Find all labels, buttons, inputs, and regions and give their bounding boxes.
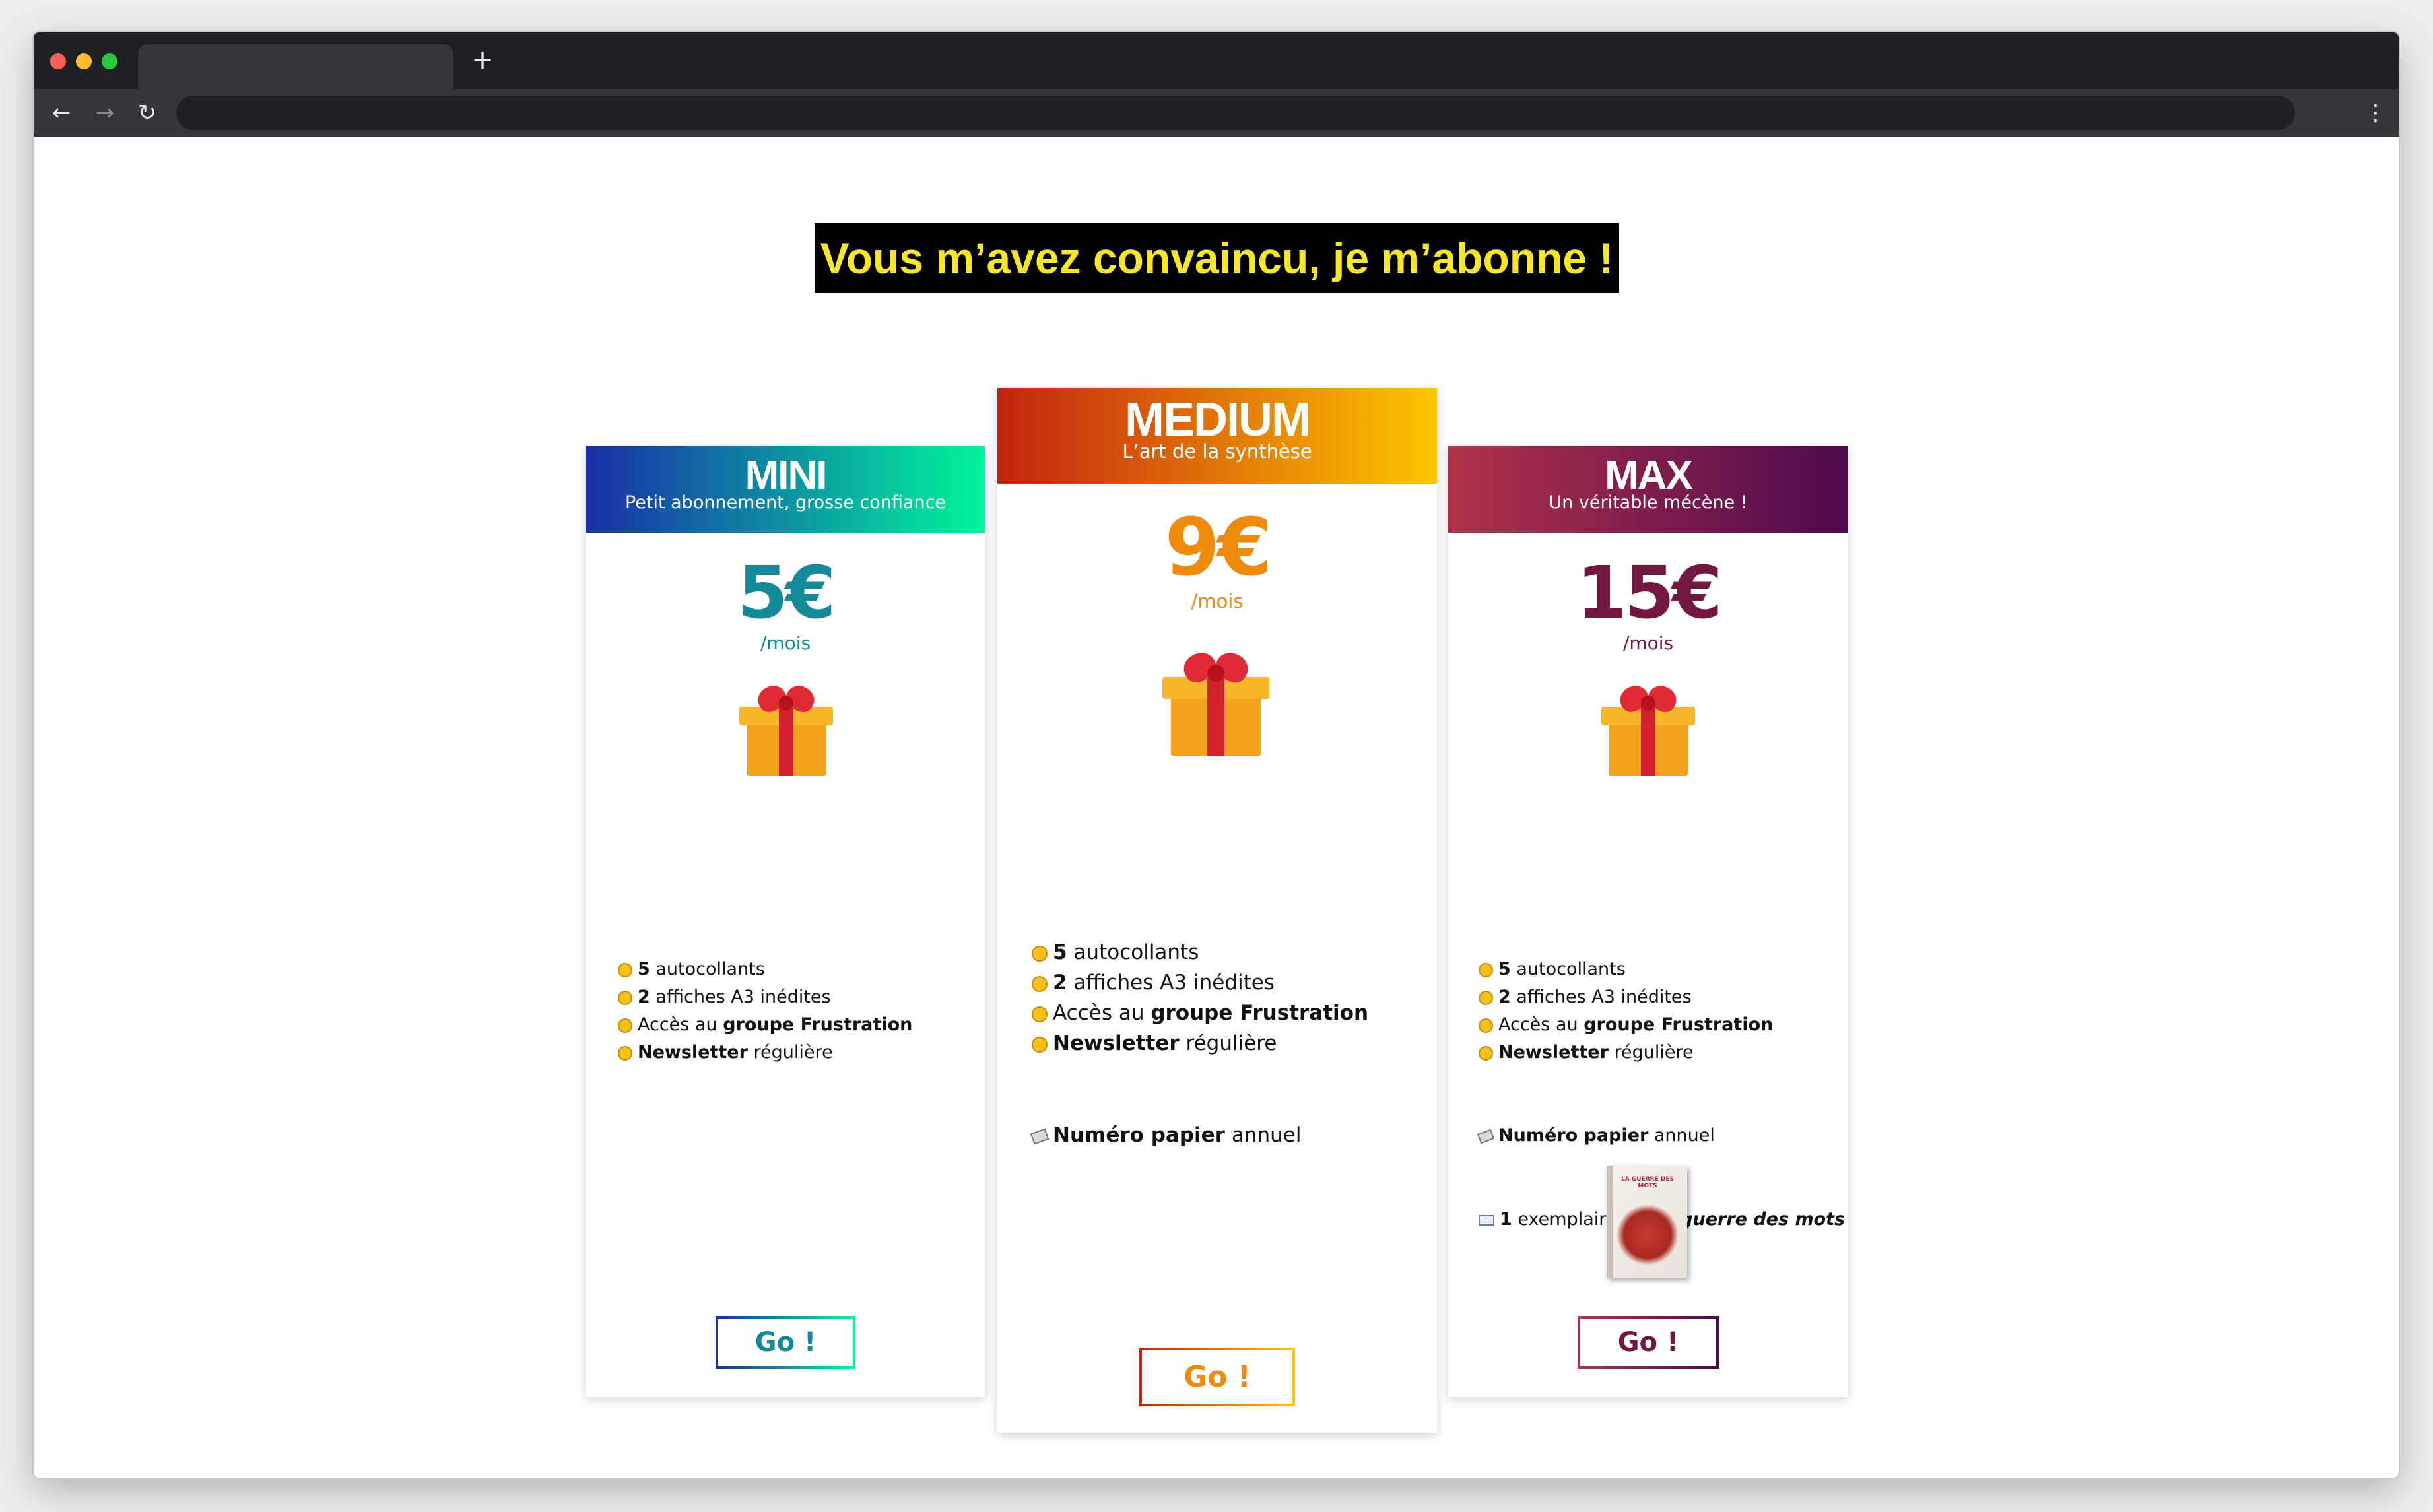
gift-icon bbox=[1162, 648, 1269, 756]
fist-emoji-icon bbox=[1479, 962, 1493, 977]
plan-header: MEDIUM L’art de la synthèse bbox=[997, 388, 1437, 484]
fist-emoji-icon bbox=[1032, 975, 1048, 992]
plan-card-medium: MEDIUM L’art de la synthèse 9€ /mois 5 a… bbox=[997, 388, 1437, 1433]
feature-item: 5 autocollants bbox=[1479, 959, 1626, 979]
subscribe-mini-button[interactable]: Go ! bbox=[716, 1316, 855, 1369]
tab-bar: + bbox=[34, 32, 2399, 89]
plan-period: /mois bbox=[760, 632, 811, 654]
back-icon[interactable]: ← bbox=[47, 98, 76, 127]
feature-item-paper-issue: Numéro papier annuel bbox=[1477, 1125, 1715, 1146]
plan-name: MEDIUM bbox=[1125, 393, 1311, 446]
book-cover-title: LA GUERRE DES MOTS bbox=[1621, 1176, 1674, 1189]
feature-item: Accès au groupe Frustration bbox=[1479, 1014, 1773, 1035]
fist-emoji-icon bbox=[618, 962, 632, 977]
plan-price: 15€ bbox=[1576, 550, 1723, 635]
browser-window: + ← → ↻ ⋮ Vous m’avez convaincu, je m’ab… bbox=[34, 32, 2399, 1478]
feature-item: 5 autocollants bbox=[1032, 940, 1199, 964]
fist-emoji-icon bbox=[1032, 1006, 1048, 1022]
newspaper-icon bbox=[1477, 1129, 1495, 1144]
reload-icon[interactable]: ↻ bbox=[133, 98, 162, 127]
fist-emoji-icon bbox=[1479, 1045, 1493, 1061]
fist-emoji-icon bbox=[618, 990, 632, 1005]
browser-menu-icon[interactable]: ⋮ bbox=[2364, 98, 2387, 127]
fist-emoji-icon bbox=[1479, 990, 1493, 1005]
feature-item: 5 autocollants bbox=[618, 959, 765, 979]
fist-emoji-icon bbox=[1032, 1036, 1048, 1053]
plan-period: /mois bbox=[1191, 590, 1244, 612]
fist-emoji-icon bbox=[1479, 1018, 1493, 1033]
feature-item: Accès au groupe Frustration bbox=[618, 1014, 912, 1035]
book-cover-image: LA GUERRE DES MOTS bbox=[1607, 1166, 1687, 1278]
plan-header: MINI Petit abonnement, grosse confiance bbox=[586, 446, 985, 533]
feature-item: 2 affiches A3 inédites bbox=[1479, 987, 1692, 1007]
new-tab-button[interactable]: + bbox=[469, 47, 496, 73]
gift-icon bbox=[739, 681, 833, 776]
minimize-window-button[interactable] bbox=[76, 53, 92, 69]
plan-tagline: L’art de la synthèse bbox=[1122, 440, 1312, 463]
close-window-button[interactable] bbox=[50, 53, 66, 69]
fist-emoji-icon bbox=[1032, 945, 1048, 962]
feature-item: Accès au groupe Frustration bbox=[1032, 1001, 1368, 1025]
subscribe-medium-button[interactable]: Go ! bbox=[1139, 1348, 1295, 1406]
plan-card-mini: MINI Petit abonnement, grosse confiance … bbox=[586, 446, 985, 1397]
forward-icon[interactable]: → bbox=[90, 98, 119, 127]
open-book-icon bbox=[1479, 1214, 1494, 1226]
plan-header: MAX Un véritable mécène ! bbox=[1448, 446, 1848, 533]
page-content: Vous m’avez convaincu, je m’abonne ! MIN… bbox=[34, 137, 2399, 1478]
address-bar[interactable] bbox=[176, 96, 2295, 130]
plan-card-max: MAX Un véritable mécène ! 15€ /mois 5 au… bbox=[1448, 446, 1848, 1397]
maximize-window-button[interactable] bbox=[102, 53, 117, 69]
subscribe-max-button[interactable]: Go ! bbox=[1578, 1316, 1719, 1369]
feature-item: 2 affiches A3 inédites bbox=[618, 987, 831, 1007]
page-title: Vous m’avez convaincu, je m’abonne ! bbox=[815, 223, 1619, 293]
feature-item: Newsletter régulière bbox=[1032, 1032, 1277, 1055]
plan-price: 9€ bbox=[1164, 502, 1273, 594]
plan-tagline: Petit abonnement, grosse confiance bbox=[624, 492, 947, 513]
plan-price: 5€ bbox=[737, 550, 836, 635]
newspaper-icon bbox=[1030, 1127, 1050, 1145]
fist-emoji-icon bbox=[618, 1018, 632, 1033]
feature-item: Newsletter régulière bbox=[618, 1042, 833, 1063]
feature-item-paper-issue: Numéro papier annuel bbox=[1030, 1123, 1301, 1147]
gift-icon bbox=[1601, 681, 1695, 776]
feature-item: 2 affiches A3 inédites bbox=[1032, 971, 1275, 995]
plan-period: /mois bbox=[1622, 632, 1674, 654]
browser-toolbar: ← → ↻ ⋮ bbox=[34, 89, 2399, 137]
feature-item: Newsletter régulière bbox=[1479, 1042, 1694, 1063]
fist-emoji-icon bbox=[618, 1045, 632, 1061]
browser-tab[interactable] bbox=[138, 44, 453, 89]
plan-tagline: Un véritable mécène ! bbox=[1549, 492, 1748, 513]
